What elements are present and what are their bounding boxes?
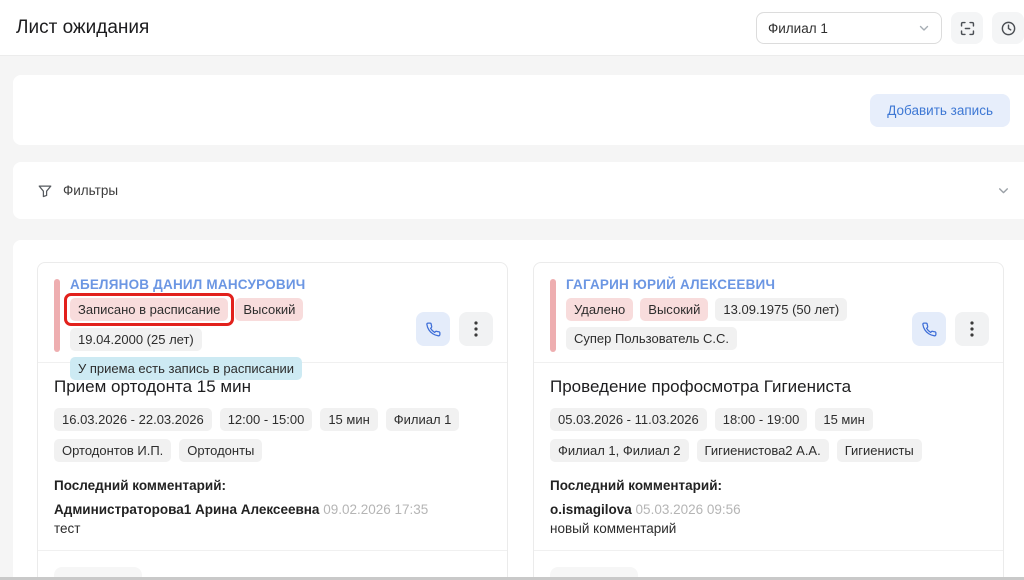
chevron-down-icon <box>918 22 930 34</box>
appointment-title: Прием ортодонта 15 мин <box>54 377 251 396</box>
specialty-badge: Ортодонты <box>179 439 263 462</box>
waiting-list-panel: АБЕЛЯНОВ ДАНИЛ МАНСУРОВИЧ Записано в рас… <box>13 240 1024 580</box>
add-record-button[interactable]: Добавить запись <box>870 94 1010 127</box>
kebab-menu-icon <box>970 321 974 337</box>
fullscreen-icon <box>959 20 976 37</box>
doctor-badge: Ортодонтов И.П. <box>54 439 172 462</box>
status-badge: Удалено <box>566 298 634 321</box>
info-badge: Супер Пользователь С.С. <box>566 327 737 350</box>
phone-icon <box>921 321 938 338</box>
app-header: Лист ожидания Филиал 1 <box>0 0 1024 56</box>
card-footer <box>38 550 507 580</box>
branch-badge: Филиал 1 <box>385 408 460 431</box>
patient-card: АБЕЛЯНОВ ДАНИЛ МАНСУРОВИЧ Записано в рас… <box>37 262 508 580</box>
call-button[interactable] <box>912 312 946 346</box>
patient-name-link[interactable]: АБЕЛЯНОВ ДАНИЛ МАНСУРОВИЧ <box>70 277 305 292</box>
last-comment-label: Последний комментарий: <box>550 478 722 493</box>
card-body: Прием ортодонта 15 мин 16.03.2026 - 22.0… <box>38 363 507 550</box>
birthdate-badge: 13.09.1975 (50 лет) <box>715 298 848 321</box>
more-menu-button[interactable] <box>955 312 989 346</box>
date-range-badge: 16.03.2026 - 22.03.2026 <box>54 408 212 431</box>
kebab-menu-icon <box>474 321 478 337</box>
filters-label: Фильтры <box>63 183 119 198</box>
last-comment-label: Последний комментарий: <box>54 478 226 493</box>
branch-select-value: Филиал 1 <box>768 20 828 36</box>
time-range-badge: 18:00 - 19:00 <box>714 408 808 431</box>
duration-badge: 15 мин <box>320 408 378 431</box>
appointment-title: Проведение профосмотра Гигиениста <box>550 377 852 396</box>
doctor-badge: Гигиенистова2 А.А. <box>696 439 829 462</box>
filters-toggle[interactable]: Фильтры <box>13 162 1024 219</box>
card-header: АБЕЛЯНОВ ДАНИЛ МАНСУРОВИЧ Записано в рас… <box>38 263 507 380</box>
comment-timestamp: 05.03.2026 09:56 <box>635 502 741 517</box>
priority-accent-bar <box>54 279 60 352</box>
clock-icon <box>1000 20 1017 37</box>
comment-timestamp: 09.02.2026 17:35 <box>323 502 429 517</box>
filter-funnel-icon <box>37 183 53 199</box>
patient-card: ГАГАРИН ЮРИЙ АЛЕКСЕЕВИЧ Удалено Высокий … <box>533 262 1004 580</box>
call-button[interactable] <box>416 312 450 346</box>
comment-author: Администраторова1 Арина Алексеевна <box>54 502 320 517</box>
actions-panel: Добавить запись <box>13 75 1024 145</box>
branch-select[interactable]: Филиал 1 <box>756 12 942 44</box>
priority-badge: Высокий <box>640 298 709 321</box>
comment-author: o.ismagilova <box>550 502 632 517</box>
priority-badge: Высокий <box>235 298 304 321</box>
history-button[interactable] <box>992 12 1024 44</box>
status-badge: Записано в расписание <box>70 298 229 321</box>
priority-accent-bar <box>550 279 556 352</box>
time-range-badge: 12:00 - 15:00 <box>219 408 313 431</box>
more-menu-button[interactable] <box>459 312 493 346</box>
duration-badge: 15 мин <box>815 408 873 431</box>
birthdate-badge: 19.04.2000 (25 лет) <box>70 328 202 351</box>
card-header: ГАГАРИН ЮРИЙ АЛЕКСЕЕВИЧ Удалено Высокий … <box>534 263 1003 363</box>
header-controls: Филиал 1 <box>756 12 1024 44</box>
patient-name-link[interactable]: ГАГАРИН ЮРИЙ АЛЕКСЕЕВИЧ <box>566 277 775 292</box>
phone-icon <box>425 321 442 338</box>
page-title: Лист ожидания <box>16 17 150 38</box>
card-body: Проведение профосмотра Гигиениста 05.03.… <box>534 363 1003 550</box>
comment-text: новый комментарий <box>550 521 677 536</box>
filters-panel: Фильтры <box>13 162 1024 219</box>
filters-chevron-icon[interactable] <box>997 184 1010 197</box>
date-range-badge: 05.03.2026 - 11.03.2026 <box>550 408 707 431</box>
fullscreen-button[interactable] <box>951 12 983 44</box>
specialty-badge: Гигиенисты <box>836 439 922 462</box>
comment-text: тест <box>54 521 81 536</box>
branch-badge: Филиал 1, Филиал 2 <box>550 439 689 462</box>
card-footer <box>534 550 1003 580</box>
